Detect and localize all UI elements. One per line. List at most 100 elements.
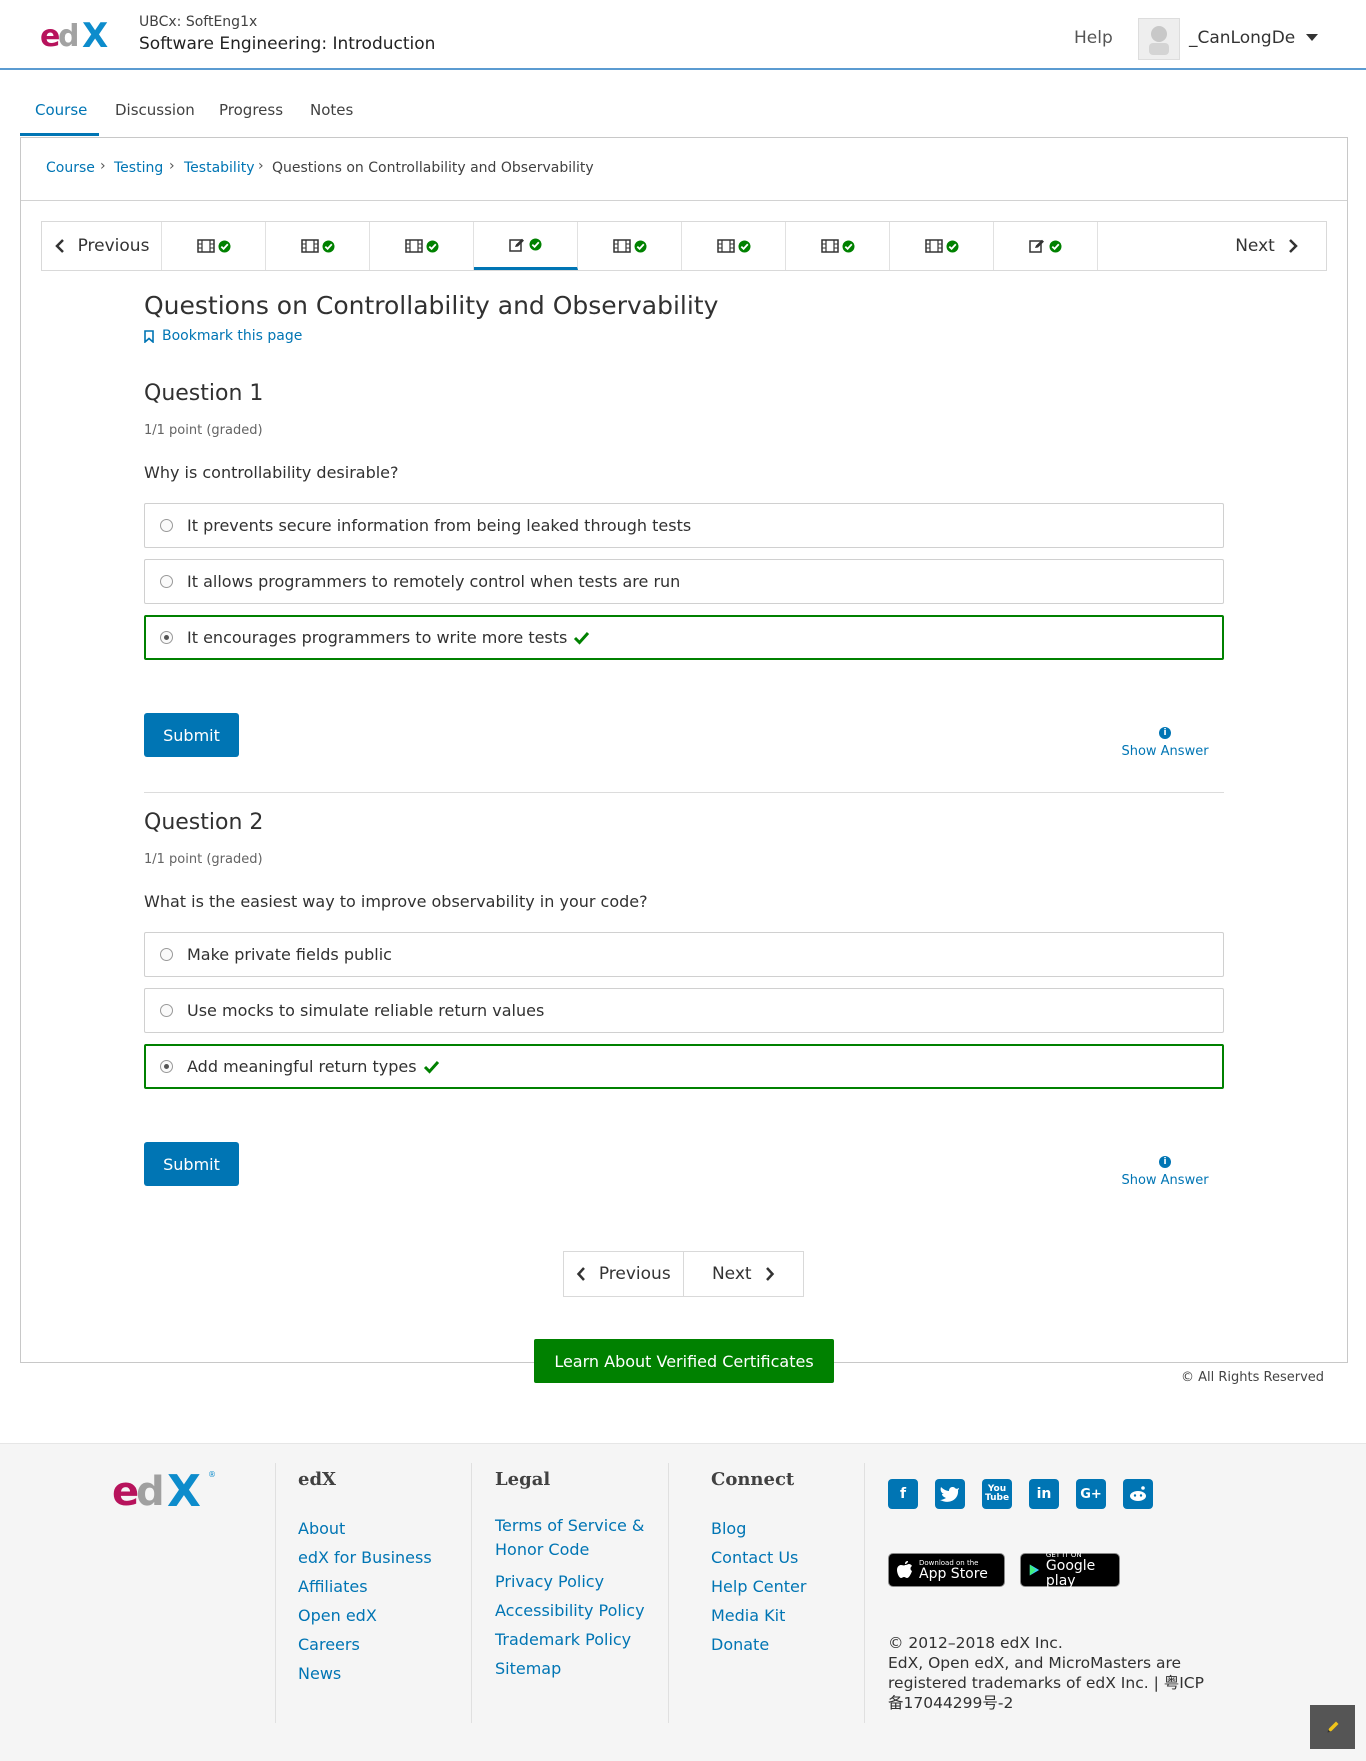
user-menu-caret-icon[interactable] — [1306, 34, 1318, 41]
film-icon — [300, 239, 319, 253]
answer-choice[interactable]: It allows programmers to remotely contro… — [144, 559, 1224, 604]
radio-button[interactable] — [160, 1004, 173, 1017]
footer-heading-edx: edX — [298, 1469, 337, 1490]
youtube-icon[interactable]: You Tube — [982, 1479, 1012, 1509]
answer-choice-correct[interactable]: It encourages programmers to write more … — [144, 615, 1224, 660]
reddit-icon[interactable] — [1123, 1479, 1153, 1509]
tab-course[interactable]: Course — [35, 101, 87, 119]
film-icon — [196, 239, 215, 253]
radio-button-selected[interactable] — [160, 631, 173, 644]
footer-link-terms-line1[interactable]: Terms of Service & — [495, 1514, 645, 1538]
sequence-next-button[interactable]: Next — [1208, 222, 1326, 270]
footer-link-donate[interactable]: Donate — [711, 1630, 806, 1659]
google-play-icon — [1029, 1564, 1040, 1576]
film-icon — [612, 239, 631, 253]
course-title: Software Engineering: Introduction — [139, 34, 436, 54]
footer-link-privacy[interactable]: Privacy Policy — [495, 1567, 645, 1596]
breadcrumb-testing[interactable]: Testing — [114, 160, 163, 176]
tab-notes[interactable]: Notes — [310, 101, 353, 119]
bookmark-button[interactable]: Bookmark this page — [144, 328, 302, 344]
username[interactable]: _CanLongDe — [1189, 28, 1295, 48]
radio-button-selected[interactable] — [160, 1060, 173, 1073]
sequence-item-video[interactable] — [162, 222, 266, 270]
footer-link-about[interactable]: About — [298, 1514, 432, 1543]
footer-link-open-edx[interactable]: Open edX — [298, 1601, 432, 1630]
chevron-right-icon: › — [258, 158, 264, 174]
user-avatar-icon — [1149, 26, 1169, 55]
footer-link-contact[interactable]: Contact Us — [711, 1543, 806, 1572]
svg-text:X: X — [82, 16, 108, 52]
sequence-previous-button[interactable]: Previous — [42, 222, 162, 270]
divider — [21, 200, 1347, 201]
google-plus-icon[interactable]: G+ — [1076, 1479, 1106, 1509]
check-circle-icon — [322, 240, 334, 252]
chevron-left-icon — [576, 1267, 585, 1281]
sequence-item-video[interactable] — [890, 222, 994, 270]
edit-pencil-button[interactable] — [1310, 1705, 1355, 1749]
footer-link-terms-line2[interactable]: Honor Code — [495, 1538, 645, 1562]
check-circle-icon — [738, 240, 750, 252]
sequence-item-video[interactable] — [786, 222, 890, 270]
footer-link-trademark[interactable]: Trademark Policy — [495, 1625, 645, 1654]
footer-link-blog[interactable]: Blog — [711, 1514, 806, 1543]
footer-link-media-kit[interactable]: Media Kit — [711, 1601, 806, 1630]
app-store-badge[interactable]: Download on the App Store — [888, 1553, 1005, 1587]
answer-choice[interactable]: Use mocks to simulate reliable return va… — [144, 988, 1224, 1033]
bottom-next-button[interactable]: Next — [684, 1252, 804, 1296]
footer-link-careers[interactable]: Careers — [298, 1630, 432, 1659]
chevron-right-icon — [1288, 239, 1298, 253]
submit-button[interactable]: Submit — [144, 1142, 239, 1186]
tab-progress[interactable]: Progress — [219, 101, 283, 119]
linkedin-icon[interactable]: in — [1029, 1479, 1059, 1509]
sequence-item-video[interactable] — [578, 222, 682, 270]
answer-choice[interactable]: Make private fields public — [144, 932, 1224, 977]
breadcrumb-course[interactable]: Course — [46, 160, 95, 176]
breadcrumb-testability[interactable]: Testability — [184, 160, 254, 176]
active-tab-indicator — [20, 133, 99, 136]
sequence-item-video[interactable] — [266, 222, 370, 270]
edx-footer-logo[interactable]: e d X ® — [112, 1465, 216, 1513]
sequence-item-problem[interactable] — [994, 222, 1098, 270]
copyright-line: © 2012–2018 edX Inc. — [888, 1634, 1063, 1652]
sequence-item-video[interactable] — [370, 222, 474, 270]
footer-link-affiliates[interactable]: Affiliates — [298, 1572, 432, 1601]
footer-divider — [471, 1463, 472, 1723]
verified-certificates-button[interactable]: Learn About Verified Certificates — [534, 1339, 834, 1383]
check-circle-icon — [634, 240, 646, 252]
svg-text:®: ® — [208, 1470, 216, 1479]
radio-button[interactable] — [160, 519, 173, 532]
check-circle-icon — [218, 240, 230, 252]
edx-logo[interactable]: e d X — [40, 16, 120, 52]
footer-link-news[interactable]: News — [298, 1659, 432, 1688]
footer-link-terms[interactable]: Terms of Service & Honor Code — [495, 1514, 645, 1562]
course-org: UBCx: SoftEng1x — [139, 14, 258, 30]
twitter-icon[interactable] — [935, 1479, 965, 1509]
chevron-right-icon — [765, 1267, 774, 1281]
answer-choice[interactable]: It prevents secure information from bein… — [144, 503, 1224, 548]
show-answer-button[interactable]: i Show Answer — [1105, 727, 1225, 759]
footer-link-accessibility[interactable]: Accessibility Policy — [495, 1596, 645, 1625]
chevron-right-icon: › — [169, 158, 175, 174]
google-play-badge[interactable]: GET IT ON Google play — [1020, 1551, 1120, 1589]
tab-discussion[interactable]: Discussion — [115, 101, 195, 119]
footer-link-edx-for-business[interactable]: edX for Business — [298, 1543, 432, 1572]
sequence-item-video[interactable] — [682, 222, 786, 270]
bottom-previous-button[interactable]: Previous — [564, 1252, 684, 1296]
show-answer-label: Show Answer — [1121, 1173, 1209, 1188]
facebook-icon[interactable]: f — [888, 1479, 918, 1509]
footer-link-help-center[interactable]: Help Center — [711, 1572, 806, 1601]
submit-button[interactable]: Submit — [144, 713, 239, 757]
svg-text:d: d — [58, 19, 79, 52]
answer-choice-correct[interactable]: Add meaningful return types — [144, 1044, 1224, 1089]
google-play-big: Google play — [1045, 1558, 1096, 1589]
previous-label: Previous — [598, 1264, 671, 1284]
show-answer-button[interactable]: i Show Answer — [1105, 1156, 1225, 1188]
app-store-big: App Store — [919, 1565, 988, 1582]
footer-link-sitemap[interactable]: Sitemap — [495, 1654, 645, 1683]
sequence-item-problem[interactable] — [474, 222, 578, 270]
next-label: Next — [1235, 236, 1275, 256]
radio-button[interactable] — [160, 575, 173, 588]
help-link[interactable]: Help — [1074, 28, 1113, 48]
radio-button[interactable] — [160, 948, 173, 961]
avatar[interactable] — [1138, 18, 1180, 60]
